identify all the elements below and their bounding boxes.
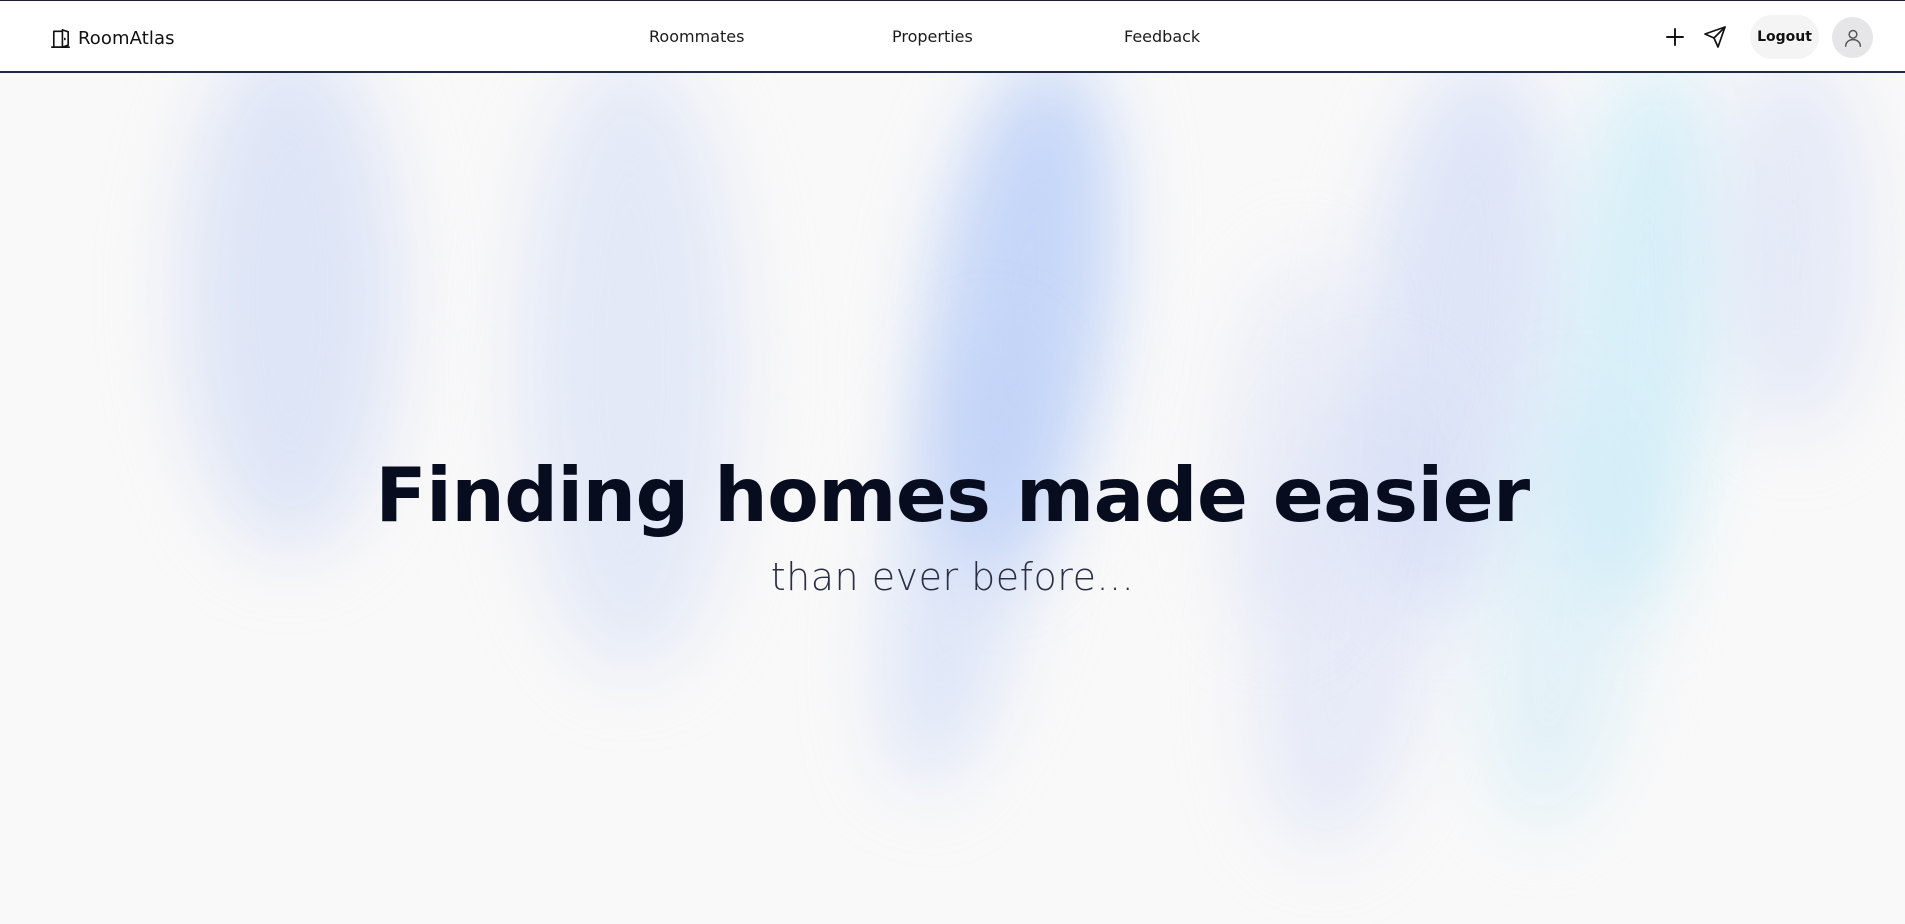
messages-button[interactable] bbox=[1701, 23, 1729, 51]
landing-page: RoomAtlas Roommates Properties Feedback … bbox=[0, 0, 1905, 924]
logout-button[interactable]: Logout bbox=[1750, 15, 1819, 59]
plus-icon bbox=[1666, 28, 1684, 46]
hero-subtitle: than ever before... bbox=[770, 555, 1135, 599]
hero-section: Finding homes made easier than ever befo… bbox=[0, 447, 1905, 601]
user-icon bbox=[1844, 29, 1861, 47]
add-listing-button[interactable] bbox=[1661, 23, 1689, 51]
send-icon bbox=[1704, 26, 1726, 48]
brand-logo[interactable]: RoomAtlas bbox=[49, 27, 175, 50]
door-icon bbox=[51, 29, 70, 48]
nav-properties[interactable]: Properties bbox=[892, 27, 973, 46]
nav-roommates[interactable]: Roommates bbox=[649, 27, 744, 46]
hero-title: Finding homes made easier bbox=[375, 451, 1530, 539]
avatar[interactable] bbox=[1832, 17, 1873, 58]
top-navbar: RoomAtlas Roommates Properties Feedback … bbox=[0, 0, 1905, 73]
nav-feedback[interactable]: Feedback bbox=[1124, 27, 1200, 46]
brand-name: RoomAtlas bbox=[78, 28, 175, 49]
